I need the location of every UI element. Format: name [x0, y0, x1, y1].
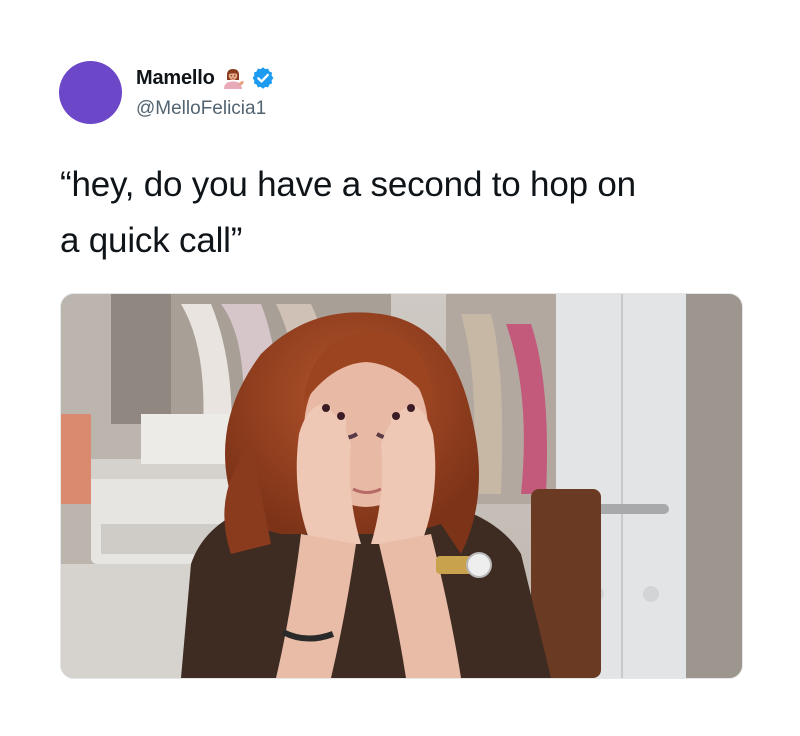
avatar[interactable] [59, 61, 122, 124]
woman-tipping-hand-emoji-icon [221, 66, 245, 90]
tweet-text: “hey, do you have a second to hop on a q… [60, 165, 636, 260]
author-handle[interactable]: @MelloFelicia1 [136, 98, 266, 120]
author-display-name[interactable]: Mamello [136, 67, 215, 90]
tweet-media-photo[interactable] [60, 293, 743, 679]
author-name-row: Mamello [136, 64, 275, 92]
tweet-card: Mamello @MelloFelicia1 “hey, do you have… [0, 0, 800, 736]
verified-badge-icon [251, 66, 275, 90]
frustrated-woman-photo [61, 294, 742, 678]
